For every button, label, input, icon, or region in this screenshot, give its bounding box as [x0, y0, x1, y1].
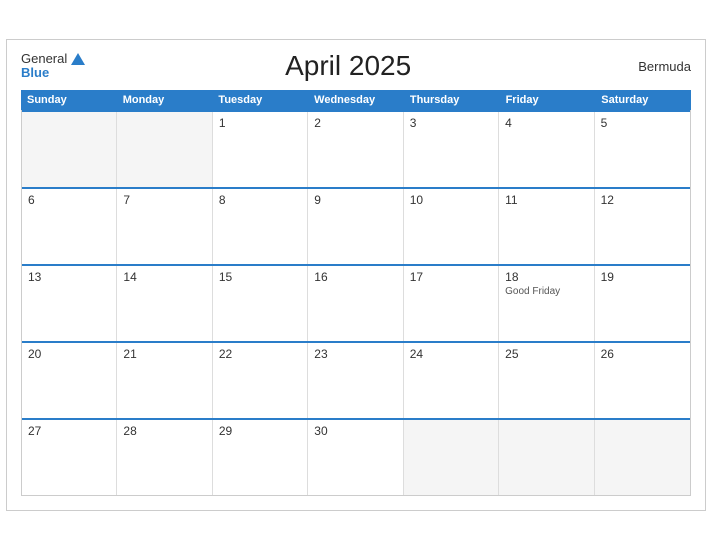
day-cell-9: 9: [308, 189, 403, 264]
week-row-1: 1 2 3 4 5: [22, 110, 690, 187]
calendar-title: April 2025: [85, 50, 611, 82]
day-cell-21: 21: [117, 343, 212, 418]
day-cell-empty: [117, 112, 212, 187]
day-cell-3: 3: [404, 112, 499, 187]
event-good-friday: Good Friday: [505, 286, 587, 297]
week-row-5: 27 28 29 30: [22, 418, 690, 495]
day-cell-6: 6: [22, 189, 117, 264]
day-cell-12: 12: [595, 189, 690, 264]
day-cell-empty: [22, 112, 117, 187]
dow-sunday: Sunday: [21, 90, 117, 110]
week-row-3: 13 14 15 16 17 18 Good Friday 19: [22, 264, 690, 341]
dow-wednesday: Wednesday: [308, 90, 404, 110]
day-cell-24: 24: [404, 343, 499, 418]
day-cell-15: 15: [213, 266, 308, 341]
header-row: General Blue April 2025 Bermuda: [21, 50, 691, 82]
day-cell-18: 18 Good Friday: [499, 266, 594, 341]
week-row-2: 6 7 8 9 10 11 12: [22, 187, 690, 264]
dow-friday: Friday: [500, 90, 596, 110]
day-cell-empty: [404, 420, 499, 495]
dow-tuesday: Tuesday: [212, 90, 308, 110]
dow-saturday: Saturday: [595, 90, 691, 110]
logo-triangle-icon: [71, 53, 85, 65]
calendar-grid: 1 2 3 4 5 6 7 8 9 10 11 12 13 14 15 16 1…: [21, 110, 691, 495]
day-cell-25: 25: [499, 343, 594, 418]
dow-monday: Monday: [117, 90, 213, 110]
logo-blue-text: Blue: [21, 66, 85, 80]
calendar-container: General Blue April 2025 Bermuda Sunday M…: [6, 39, 706, 511]
calendar-footer: [21, 495, 691, 496]
day-cell-26: 26: [595, 343, 690, 418]
day-cell-29: 29: [213, 420, 308, 495]
day-cell-5: 5: [595, 112, 690, 187]
day-cell-empty: [499, 420, 594, 495]
logo: General Blue: [21, 52, 85, 81]
day-cell-22: 22: [213, 343, 308, 418]
day-cell-27: 27: [22, 420, 117, 495]
day-cell-10: 10: [404, 189, 499, 264]
day-cell-empty: [595, 420, 690, 495]
day-cell-28: 28: [117, 420, 212, 495]
day-cell-14: 14: [117, 266, 212, 341]
day-cell-20: 20: [22, 343, 117, 418]
days-header: Sunday Monday Tuesday Wednesday Thursday…: [21, 90, 691, 110]
day-cell-11: 11: [499, 189, 594, 264]
week-row-4: 20 21 22 23 24 25 26: [22, 341, 690, 418]
day-cell-2: 2: [308, 112, 403, 187]
day-cell-17: 17: [404, 266, 499, 341]
day-cell-4: 4: [499, 112, 594, 187]
day-cell-7: 7: [117, 189, 212, 264]
logo-general-text: General: [21, 52, 67, 66]
day-cell-30: 30: [308, 420, 403, 495]
day-cell-8: 8: [213, 189, 308, 264]
dow-thursday: Thursday: [404, 90, 500, 110]
day-cell-13: 13: [22, 266, 117, 341]
day-cell-23: 23: [308, 343, 403, 418]
region-label: Bermuda: [611, 59, 691, 74]
day-cell-16: 16: [308, 266, 403, 341]
day-cell-1: 1: [213, 112, 308, 187]
day-cell-19: 19: [595, 266, 690, 341]
